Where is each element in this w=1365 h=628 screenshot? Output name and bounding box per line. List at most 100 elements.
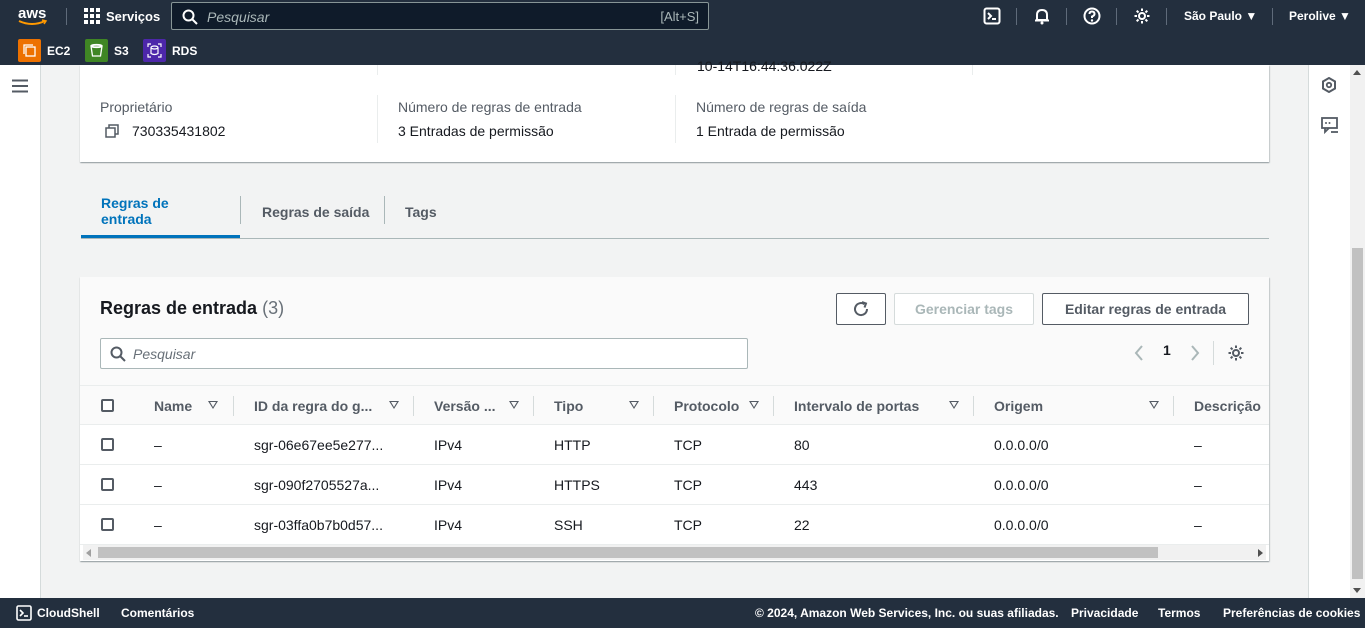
copy-icon[interactable] — [105, 124, 119, 141]
divider — [675, 65, 676, 75]
tab-label: Tags — [405, 204, 437, 220]
cell-source: 0.0.0.0/0 — [994, 477, 1049, 493]
outbound-count-label: Número de regras de saída — [696, 99, 867, 115]
sort-caret-icon[interactable] — [509, 401, 519, 409]
scroll-right-arrow-icon[interactable] — [1258, 549, 1263, 557]
cloudshell-icon[interactable] — [983, 7, 1001, 25]
scroll-left-arrow-icon[interactable] — [86, 549, 91, 557]
sort-caret-icon[interactable] — [949, 401, 959, 409]
column-header-type[interactable]: Tipo — [554, 398, 583, 414]
cloudshell-icon[interactable] — [16, 605, 32, 624]
account-menu[interactable]: Perolive ▼ — [1289, 9, 1351, 23]
favorite-s3[interactable]: S3 — [85, 39, 129, 62]
cell-description: – — [1194, 517, 1202, 533]
column-resizer[interactable] — [653, 396, 654, 416]
tab-outbound-rules[interactable]: Regras de saída — [242, 186, 389, 238]
info-panel-icon[interactable] — [1321, 76, 1337, 96]
cell-type: HTTPS — [554, 477, 600, 493]
column-header-description[interactable]: Descrição — [1194, 398, 1261, 414]
select-all-checkbox[interactable] — [101, 399, 114, 412]
column-resizer[interactable] — [233, 396, 234, 416]
favorite-label: S3 — [114, 43, 129, 58]
column-header-source[interactable]: Origem — [994, 398, 1043, 414]
horizontal-scrollbar[interactable] — [83, 545, 1266, 560]
chevron-left-icon[interactable] — [1134, 345, 1144, 364]
cell-type: HTTP — [554, 437, 591, 453]
preferences-gear-icon[interactable] — [1227, 344, 1245, 365]
column-header-port-range[interactable]: Intervalo de portas — [794, 398, 919, 414]
cloudshell-link[interactable]: CloudShell — [37, 606, 100, 620]
scroll-down-arrow-icon[interactable] — [1353, 588, 1361, 593]
page-number[interactable]: 1 — [1163, 342, 1171, 358]
column-resizer[interactable] — [533, 396, 534, 416]
column-resizer[interactable] — [773, 396, 774, 416]
table-header-row: Name ID da regra do g... Versão ... Tipo… — [80, 385, 1269, 425]
aws-logo[interactable]: aws — [17, 5, 51, 29]
divider — [377, 95, 378, 143]
column-header-rule-id[interactable]: ID da regra do g... — [254, 398, 372, 414]
cell-source: 0.0.0.0/0 — [994, 517, 1049, 533]
tab-inbound-rules[interactable]: Regras de entrada — [81, 186, 240, 238]
tab-tags[interactable]: Tags — [385, 186, 457, 238]
cookie-preferences-link[interactable]: Preferências de cookies — [1223, 606, 1360, 620]
row-checkbox[interactable] — [101, 478, 114, 491]
column-header-ip-version[interactable]: Versão ... — [434, 398, 495, 414]
table-count: (3) — [262, 298, 285, 318]
column-resizer[interactable] — [413, 396, 414, 416]
hamburger-menu-icon[interactable] — [12, 79, 28, 96]
row-checkbox[interactable] — [101, 518, 114, 531]
scroll-up-arrow-icon[interactable] — [1353, 70, 1361, 75]
bell-icon[interactable] — [1033, 7, 1051, 25]
table-row[interactable]: – sgr-06e67ee5e277... IPv4 HTTP TCP 80 0… — [80, 425, 1269, 465]
terms-link[interactable]: Termos — [1158, 606, 1200, 620]
table-title-text: Regras de entrada — [100, 298, 258, 318]
scrollbar-thumb[interactable] — [98, 547, 1158, 558]
refresh-icon — [854, 301, 869, 317]
favorite-label: EC2 — [47, 43, 71, 58]
inbound-count-label: Número de regras de entrada — [398, 99, 582, 115]
edit-inbound-rules-button[interactable]: Editar regras de entrada — [1042, 293, 1249, 325]
row-checkbox[interactable] — [101, 438, 114, 451]
partial-detail-value: 10-14T16:44:36.022Z — [697, 58, 832, 74]
column-header-name[interactable]: Name — [154, 398, 192, 414]
cell-name: – — [154, 437, 162, 453]
table-search-placeholder: Pesquisar — [133, 346, 196, 362]
column-resizer[interactable] — [973, 396, 974, 416]
cell-protocol: TCP — [674, 517, 702, 533]
table-search-input[interactable]: Pesquisar — [100, 338, 748, 369]
edit-rules-label: Editar regras de entrada — [1064, 301, 1227, 317]
sort-caret-icon[interactable] — [389, 401, 399, 409]
help-icon[interactable] — [1083, 7, 1101, 25]
region-label: São Paulo — [1184, 9, 1243, 23]
user-label: Perolive — [1289, 9, 1336, 23]
global-search-input[interactable]: Pesquisar [Alt+S] — [171, 2, 709, 30]
grid-icon — [84, 8, 100, 24]
sort-caret-icon[interactable] — [208, 401, 218, 409]
feedback-panel-icon[interactable] — [1321, 117, 1339, 138]
scrollbar-thumb[interactable] — [1352, 248, 1363, 579]
column-resizer[interactable] — [1173, 396, 1174, 416]
table-row[interactable]: – sgr-090f2705527a... IPv4 HTTPS TCP 443… — [80, 465, 1269, 505]
refresh-button[interactable] — [836, 293, 886, 325]
divider — [66, 8, 67, 25]
gear-icon[interactable] — [1133, 7, 1151, 25]
caret-down-icon: ▼ — [1339, 9, 1351, 23]
sort-caret-icon[interactable] — [749, 401, 759, 409]
feedback-link[interactable]: Comentários — [121, 606, 194, 620]
sort-caret-icon[interactable] — [629, 401, 639, 409]
vertical-scrollbar[interactable] — [1350, 65, 1365, 598]
privacy-link[interactable]: Privacidade — [1071, 606, 1138, 620]
favorite-ec2[interactable]: EC2 — [18, 39, 70, 62]
services-menu-button[interactable]: Serviços — [84, 8, 160, 24]
cell-ip-version: IPv4 — [434, 517, 463, 533]
manage-tags-button[interactable]: Gerenciar tags — [894, 293, 1034, 325]
sort-caret-icon[interactable] — [1149, 401, 1159, 409]
table-row[interactable]: – sgr-03ffa0b7b0d57... IPv4 SSH TCP 22 0… — [80, 505, 1269, 545]
tab-label: Regras de entrada — [101, 194, 169, 227]
column-header-protocol[interactable]: Protocolo — [674, 398, 739, 414]
region-selector[interactable]: São Paulo ▼ — [1184, 9, 1257, 23]
chevron-right-icon[interactable] — [1190, 345, 1200, 364]
favorite-rds[interactable]: RDS — [143, 39, 197, 62]
owner-label: Proprietário — [100, 99, 173, 115]
cell-ip-version: IPv4 — [434, 477, 463, 493]
